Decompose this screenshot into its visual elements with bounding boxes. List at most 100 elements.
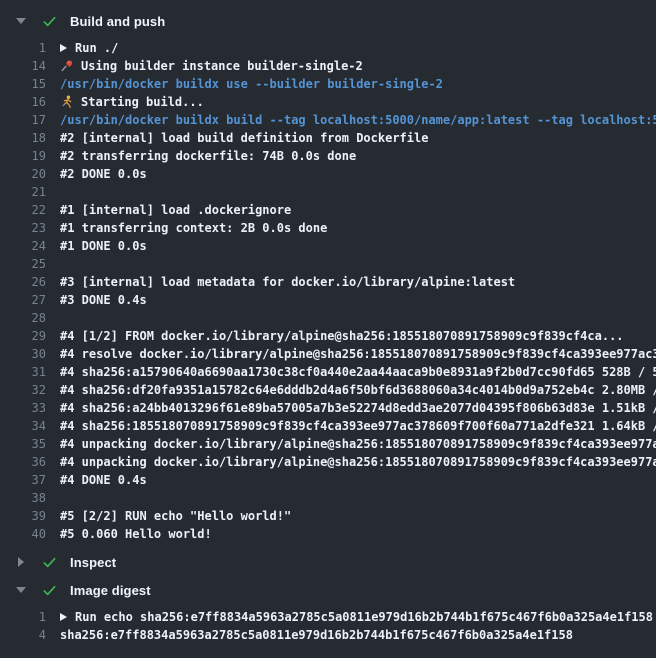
section-title: Build and push [70, 14, 165, 29]
chevron-right-icon[interactable] [15, 557, 27, 567]
log-text: #1 transferring context: 2B 0.0s done [60, 219, 656, 237]
line-number[interactable]: 16 [0, 93, 46, 111]
log-line: 14 Using builder instance builder-single… [0, 57, 656, 75]
log-text: Run echo sha256:e7ff8834a5963a2785c5a081… [60, 608, 656, 626]
log-section-build-and-push: Build and push 1Run ./14 Using builder i… [0, 8, 656, 547]
section-title: Image digest [70, 583, 151, 598]
line-number[interactable]: 39 [0, 507, 46, 525]
log-line: 23 #1 transferring context: 2B 0.0s done [0, 219, 656, 237]
log-line: 39 #5 [2/2] RUN echo "Hello world!" [0, 507, 656, 525]
log-line: 25 [0, 255, 656, 273]
log-text: #4 DONE 0.4s [60, 471, 656, 489]
line-number[interactable]: 30 [0, 345, 46, 363]
line-number[interactable]: 35 [0, 435, 46, 453]
section-log-lines: 1Run ./14 Using builder instance builder… [0, 34, 656, 547]
line-number[interactable]: 27 [0, 291, 46, 309]
section-log-lines: 1 Run echo sha256:e7ff8834a5963a2785c5a08… [0, 603, 656, 648]
run-toggle-icon[interactable] [60, 613, 67, 621]
log-text: #4 resolve docker.io/library/alpine@sha2… [60, 345, 656, 363]
log-line: 30 #4 resolve docker.io/library/alpine@sh… [0, 345, 656, 363]
log-text: Using builder instance builder-single-2 [60, 57, 656, 75]
line-number[interactable]: 1 [0, 39, 46, 57]
line-number[interactable]: 24 [0, 237, 46, 255]
line-number[interactable]: 34 [0, 417, 46, 435]
section-header-build-and-push[interactable]: Build and push [0, 8, 656, 34]
line-number[interactable]: 17 [0, 111, 46, 129]
chevron-down-icon[interactable] [15, 587, 27, 593]
log-text [60, 489, 656, 507]
line-number[interactable]: 4 [0, 626, 46, 644]
log-line: 27#3 DONE 0.4s [0, 291, 656, 309]
log-line: 36 #4 unpacking docker.io/library/alpine@… [0, 453, 656, 471]
line-number[interactable]: 37 [0, 471, 46, 489]
log-line: 19#2 transferring dockerfile: 74B 0.0s d… [0, 147, 656, 165]
runner-icon [60, 95, 74, 109]
log-line: 28 [0, 309, 656, 327]
line-number[interactable]: 31 [0, 363, 46, 381]
log-text: #4 sha256:a24bb4013296f61e89ba57005a7b3e… [60, 399, 656, 417]
line-number[interactable]: 21 [0, 183, 46, 201]
log-text: #2 DONE 0.0s [60, 165, 656, 183]
log-section-inspect: Inspect [0, 549, 656, 575]
line-number[interactable]: 19 [0, 147, 46, 165]
log-line: 1Run ./ [0, 39, 656, 57]
chevron-down-icon[interactable] [15, 18, 27, 24]
line-number[interactable]: 38 [0, 489, 46, 507]
line-number[interactable]: 25 [0, 255, 46, 273]
log-line: 20 #2 DONE 0.0s [0, 165, 656, 183]
line-number[interactable]: 33 [0, 399, 46, 417]
pushpin-icon [60, 59, 74, 73]
log-text [60, 309, 656, 327]
line-number[interactable]: 23 [0, 219, 46, 237]
section-header-image-digest[interactable]: Image digest [0, 577, 656, 603]
log-text: #4 sha256:185518070891758909c9f839cf4ca3… [60, 417, 656, 435]
log-text: #5 [2/2] RUN echo "Hello world!" [60, 507, 656, 525]
section-title: Inspect [70, 555, 116, 570]
run-toggle-icon[interactable] [60, 44, 67, 52]
log-text: #1 [internal] load .dockerignore [60, 201, 656, 219]
line-number[interactable]: 32 [0, 381, 46, 399]
line-number[interactable]: 28 [0, 309, 46, 327]
line-number[interactable]: 14 [0, 57, 46, 75]
log-text: /usr/bin/docker buildx build --tag local… [60, 111, 656, 129]
log-text: #4 sha256:a15790640a6690aa1730c38cf0a440… [60, 363, 656, 381]
log-text: #1 DONE 0.0s [60, 237, 656, 255]
log-section-image-digest: Image digest 1 Run echo sha256:e7ff8834a5… [0, 577, 656, 648]
line-number[interactable]: 1 [0, 608, 46, 626]
success-check-icon [41, 583, 57, 598]
log-line: 26#3 [internal] load metadata for docker… [0, 273, 656, 291]
line-number[interactable]: 22 [0, 201, 46, 219]
log-text: Starting build... [60, 93, 656, 111]
log-line: 17/usr/bin/docker buildx build --tag loc… [0, 111, 656, 129]
log-line: 35#4 unpacking docker.io/library/alpine@… [0, 435, 656, 453]
success-check-icon [41, 14, 57, 29]
log-line: 34 #4 sha256:185518070891758909c9f839cf4c… [0, 417, 656, 435]
log-line: 32#4 sha256:df20fa9351a15782c64e6dddb2d4… [0, 381, 656, 399]
log-line: 18 #2 [internal] load build definition fr… [0, 129, 656, 147]
log-text: sha256:e7ff8834a5963a2785c5a0811e979d16b… [60, 626, 656, 644]
log-text [60, 183, 656, 201]
log-line: 29 #4 [1/2] FROM docker.io/library/alpine… [0, 327, 656, 345]
line-number[interactable]: 29 [0, 327, 46, 345]
log-text: /usr/bin/docker buildx use --builder bui… [60, 75, 656, 93]
log-text: #5 0.060 Hello world! [60, 525, 656, 543]
log-line: 4 sha256:e7ff8834a5963a2785c5a0811e979d16… [0, 626, 656, 644]
line-number[interactable]: 36 [0, 453, 46, 471]
log-line: 40 #5 0.060 Hello world! [0, 525, 656, 543]
log-line: 37 #4 DONE 0.4s [0, 471, 656, 489]
log-line: 24 #1 DONE 0.0s [0, 237, 656, 255]
log-line: 38 [0, 489, 656, 507]
log-line: 1 Run echo sha256:e7ff8834a5963a2785c5a08… [0, 608, 656, 626]
log-line: 21 [0, 183, 656, 201]
line-number[interactable]: 20 [0, 165, 46, 183]
line-number[interactable]: 40 [0, 525, 46, 543]
line-number[interactable]: 18 [0, 129, 46, 147]
line-number[interactable]: 26 [0, 273, 46, 291]
log-text [60, 255, 656, 273]
log-text: #4 unpacking docker.io/library/alpine@sh… [60, 453, 656, 471]
section-header-inspect[interactable]: Inspect [0, 549, 656, 575]
log-line: 31 #4 sha256:a15790640a6690aa1730c38cf0a4… [0, 363, 656, 381]
line-number[interactable]: 15 [0, 75, 46, 93]
log-text: #2 [internal] load build definition from… [60, 129, 656, 147]
log-text: #4 [1/2] FROM docker.io/library/alpine@s… [60, 327, 656, 345]
